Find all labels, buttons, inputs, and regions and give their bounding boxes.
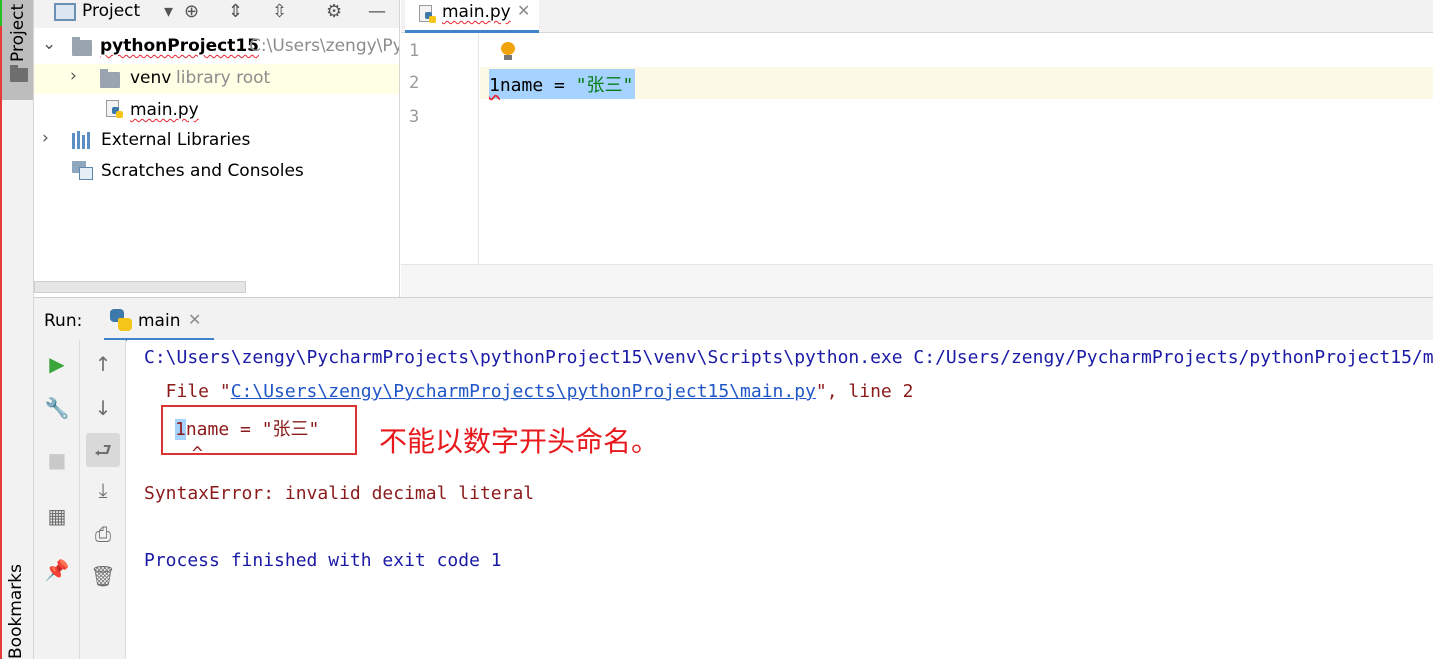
project-tool-tab[interactable]: Project (2, 0, 33, 100)
bookmarks-tool-tab[interactable]: Bookmarks (6, 564, 26, 659)
run-toolbar-primary: ▶ 🔧 ■ ▦ 📌 (34, 340, 80, 659)
scroll-to-end-icon[interactable]: ⤓ (80, 478, 126, 502)
tree-item-main-py[interactable]: main.py (34, 96, 399, 126)
code-editor[interactable]: 1name = "张三" (480, 33, 1433, 264)
lightbulb-icon[interactable] (500, 42, 515, 62)
minimize-icon[interactable]: — (368, 1, 386, 22)
project-tool-label: Project (8, 3, 28, 62)
tree-item-scratches[interactable]: Scratches and Consoles (34, 157, 399, 187)
annotation-box (161, 405, 357, 455)
trash-icon[interactable]: 🗑 (80, 564, 126, 588)
gear-icon[interactable]: ⚙ (326, 1, 342, 22)
soft-wrap-icon[interactable]: ⮐ (86, 433, 120, 467)
editor-tab-bar: main.py ✕ (401, 0, 1433, 33)
code-operator-token: = (543, 75, 576, 96)
run-panel-header: Run: main ✕ (34, 297, 1433, 341)
arrow-up-icon[interactable]: ↑ (80, 352, 126, 376)
project-view-selector[interactable]: Project (82, 1, 140, 21)
editor-gutter: 1 2 3 (401, 33, 479, 264)
tree-item-path: C:\Users\zengy\Py (249, 36, 400, 56)
tab-main-py[interactable]: main.py ✕ (405, 0, 539, 33)
wrench-icon[interactable]: 🔧 (34, 396, 80, 420)
run-label: Run: (44, 311, 83, 331)
left-tool-strip: Project Bookmarks (0, 0, 34, 659)
folder-icon (72, 37, 92, 56)
python-file-icon (106, 100, 124, 120)
project-panel-header: Project ▾ ⊕ ⇕ ⇳ ⚙ — (34, 0, 399, 28)
dropdown-icon[interactable]: ▾ (164, 1, 173, 22)
code-string-token: "张三" (575, 75, 634, 96)
folder-icon (100, 69, 120, 88)
chevron-right-icon[interactable]: › (70, 66, 77, 86)
line-number: 3 (409, 107, 420, 127)
console-traceback-file: File "C:\Users\zengy\PycharmProjects\pyt… (144, 381, 914, 402)
pin-icon[interactable]: 📌 (34, 558, 80, 582)
collapse-all-icon[interactable]: ⇳ (272, 1, 287, 22)
horizontal-scrollbar[interactable] (34, 281, 246, 293)
close-icon[interactable]: ✕ (517, 1, 530, 20)
chevron-down-icon[interactable]: ⌄ (42, 34, 56, 54)
tab-label: main.py (442, 2, 511, 22)
chevron-right-icon[interactable]: › (42, 128, 49, 148)
run-toolbar-secondary: ↑ ↓ ⮐ ⤓ ⎙ 🗑 (80, 340, 126, 659)
tree-item-label: External Libraries (101, 130, 251, 150)
window-icon (54, 3, 76, 21)
project-panel: Project ▾ ⊕ ⇕ ⇳ ⚙ — ⌄ pythonProject15 C:… (34, 0, 400, 297)
tree-item-venv[interactable]: › venv library root (34, 64, 399, 94)
console-error-message: SyntaxError: invalid decimal literal (144, 483, 535, 504)
run-console[interactable]: C:\Users\zengy\PycharmProjects\pythonPro… (127, 340, 1433, 659)
tree-item-label: venv (130, 68, 172, 88)
tree-item-project-root[interactable]: ⌄ pythonProject15 C:\Users\zengy\Py (34, 32, 400, 62)
console-command-line: C:\Users\zengy\PycharmProjects\pythonPro… (144, 347, 1433, 368)
line-number: 2 (409, 73, 420, 93)
python-file-icon (419, 5, 437, 25)
libraries-icon (72, 131, 94, 149)
code-identifier-token: name (499, 75, 544, 96)
traceback-file-link[interactable]: C:\Users\zengy\PycharmProjects\pythonPro… (231, 381, 816, 402)
rerun-icon[interactable]: ▶ (34, 352, 80, 376)
scratches-icon (72, 161, 94, 181)
run-tab-main[interactable]: main ✕ (104, 298, 214, 341)
tree-item-label: Scratches and Consoles (101, 161, 304, 181)
run-tab-label: main (138, 311, 181, 331)
stop-icon[interactable]: ■ (34, 448, 80, 472)
python-icon (110, 309, 132, 331)
folder-icon (10, 65, 28, 82)
tree-item-label: main.py (130, 100, 199, 120)
layout-icon[interactable]: ▦ (34, 504, 80, 528)
console-exit-message: Process finished with exit code 1 (144, 550, 502, 571)
close-icon[interactable]: ✕ (188, 310, 201, 329)
tree-item-label: pythonProject15 (100, 36, 260, 56)
editor-breadcrumb-bar (401, 264, 1433, 297)
line-number: 1 (409, 41, 420, 61)
expand-all-icon[interactable]: ⇕ (228, 1, 243, 22)
code-number-token: 1 (489, 75, 500, 96)
tree-item-detail: library root (176, 68, 271, 88)
code-line-2[interactable]: 1name = "张三" (489, 69, 636, 99)
arrow-down-icon[interactable]: ↓ (80, 396, 126, 420)
print-icon[interactable]: ⎙ (80, 522, 126, 546)
traceback-prefix: File " (144, 381, 231, 402)
traceback-suffix: ", line 2 (815, 381, 914, 402)
tree-item-external-libraries[interactable]: › External Libraries (34, 126, 399, 156)
locate-icon[interactable]: ⊕ (184, 1, 199, 22)
annotation-text: 不能以数字开头命名。 (379, 425, 660, 458)
